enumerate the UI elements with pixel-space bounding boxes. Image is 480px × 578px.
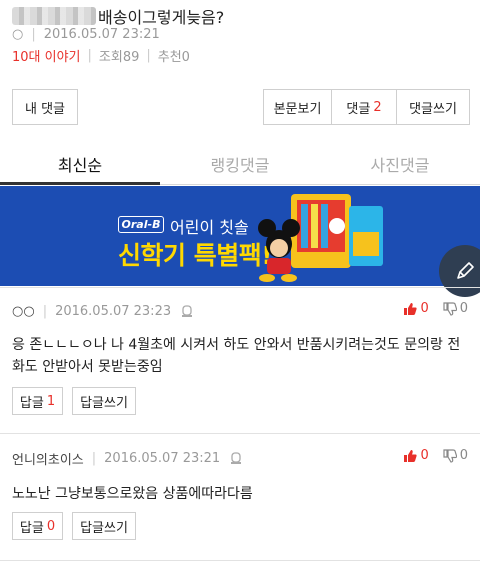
downvote-button[interactable]: 0 <box>443 301 468 316</box>
write-comment-button[interactable]: 댓글쓰기 <box>397 90 469 124</box>
comments-button[interactable]: 댓글 2 <box>332 90 397 124</box>
post-date: 2016.05.07 23:21 <box>43 27 160 42</box>
comment-item: 언니의초이스 | 2016.05.07 23:21 0 0 노노난 그냥보통으로… <box>0 434 480 560</box>
comment-text: 응 존ㄴㄴㄴㅇ나 나 4월초에 시켜서 하도 안와서 반품시키려는것도 문의랑 … <box>12 337 461 375</box>
divider <box>0 560 480 561</box>
upvote-count: 0 <box>420 301 429 316</box>
ad-banner[interactable]: Oral-B 어린이 칫솔 신학기 특별팩! <box>0 186 480 286</box>
post-title-row: 배송이그렇게늦음? <box>12 4 224 28</box>
upvote-button[interactable]: 0 <box>403 448 429 463</box>
tab-photo[interactable]: 사진댓글 <box>320 144 480 184</box>
reply-count: 1 <box>46 393 56 409</box>
comment-text: 노노난 그냥보통으로왔음 상품에따라다름 <box>12 486 253 502</box>
thumb-up-icon <box>404 449 418 462</box>
post-meta: ○ | 2016.05.07 23:21 <box>12 27 160 42</box>
reply-label: 답글 <box>19 520 44 536</box>
write-reply-button[interactable]: 답글쓰기 <box>72 387 136 415</box>
view-count: 조회89 <box>98 50 140 65</box>
tab-ranking[interactable]: 랭킹댓글 <box>160 144 320 184</box>
comment-nickname[interactable]: ○○ <box>12 304 35 319</box>
recommend-count: 추천0 <box>157 50 190 65</box>
comment-sort-tabs: 최신순 랭킹댓글 사진댓글 <box>0 144 480 185</box>
comment-votes: 0 0 <box>403 301 468 316</box>
upvote-button[interactable]: 0 <box>403 301 429 316</box>
downvote-button[interactable]: 0 <box>443 448 468 463</box>
report-flag-icon[interactable] <box>230 451 242 465</box>
post-actions: 본문보기 댓글 2 댓글쓰기 <box>263 89 470 125</box>
post-stats: 10대 이야기 | 조회89 | 추천0 <box>12 46 190 65</box>
banner-line2: 신학기 특별팩! <box>118 241 273 270</box>
reply-label: 답글 <box>19 395 44 411</box>
meta-separator: | <box>31 27 36 42</box>
comments-label: 댓글 <box>346 101 371 117</box>
thumb-down-icon <box>443 301 457 316</box>
author-icon: ○ <box>12 27 24 42</box>
report-flag-icon[interactable] <box>181 304 193 318</box>
comment-meta: 언니의초이스 | 2016.05.07 23:21 <box>12 448 242 468</box>
tab-latest[interactable]: 최신순 <box>0 144 160 185</box>
reply-button[interactable]: 답글 1 <box>12 387 63 415</box>
post-header: 배송이그렇게늦음? ○ | 2016.05.07 23:21 10대 이야기 |… <box>0 0 480 74</box>
pencil-icon <box>457 262 474 279</box>
comment-votes: 0 0 <box>403 448 468 463</box>
comment-meta: ○○ | 2016.05.07 23:23 <box>12 301 193 321</box>
meta-separator: | <box>91 450 97 466</box>
blurred-title-prefix <box>12 7 96 25</box>
reply-count: 0 <box>46 518 56 534</box>
downvote-count: 0 <box>459 301 468 316</box>
category-link[interactable]: 10대 이야기 <box>12 46 81 65</box>
product-mascot-image <box>258 194 383 282</box>
view-post-button[interactable]: 본문보기 <box>264 90 332 124</box>
downvote-count: 0 <box>459 448 468 463</box>
reply-button[interactable]: 답글 0 <box>12 512 63 540</box>
write-reply-button[interactable]: 답글쓰기 <box>72 512 136 540</box>
thumb-down-icon <box>443 448 457 463</box>
banner-line1: 어린이 칫솔 <box>170 218 249 237</box>
thumb-up-icon <box>404 302 418 315</box>
comment-date: 2016.05.07 23:23 <box>55 303 172 319</box>
upvote-count: 0 <box>420 448 429 463</box>
comment-item: ○○ | 2016.05.07 23:23 0 0 응 존ㄴㄴㄴㅇ나 나 4월초… <box>0 288 480 432</box>
stats-separator: | <box>87 48 92 63</box>
comments-count: 2 <box>373 99 382 115</box>
comment-date: 2016.05.07 23:21 <box>104 450 221 466</box>
meta-separator: | <box>42 303 48 319</box>
my-comments-button[interactable]: 내 댓글 <box>12 89 78 125</box>
comment-nickname[interactable]: 언니의초이스 <box>12 449 84 468</box>
post-title: 배송이그렇게늦음? <box>98 8 225 27</box>
brand-logo: Oral-B <box>118 216 164 233</box>
stats-separator: | <box>146 48 151 63</box>
